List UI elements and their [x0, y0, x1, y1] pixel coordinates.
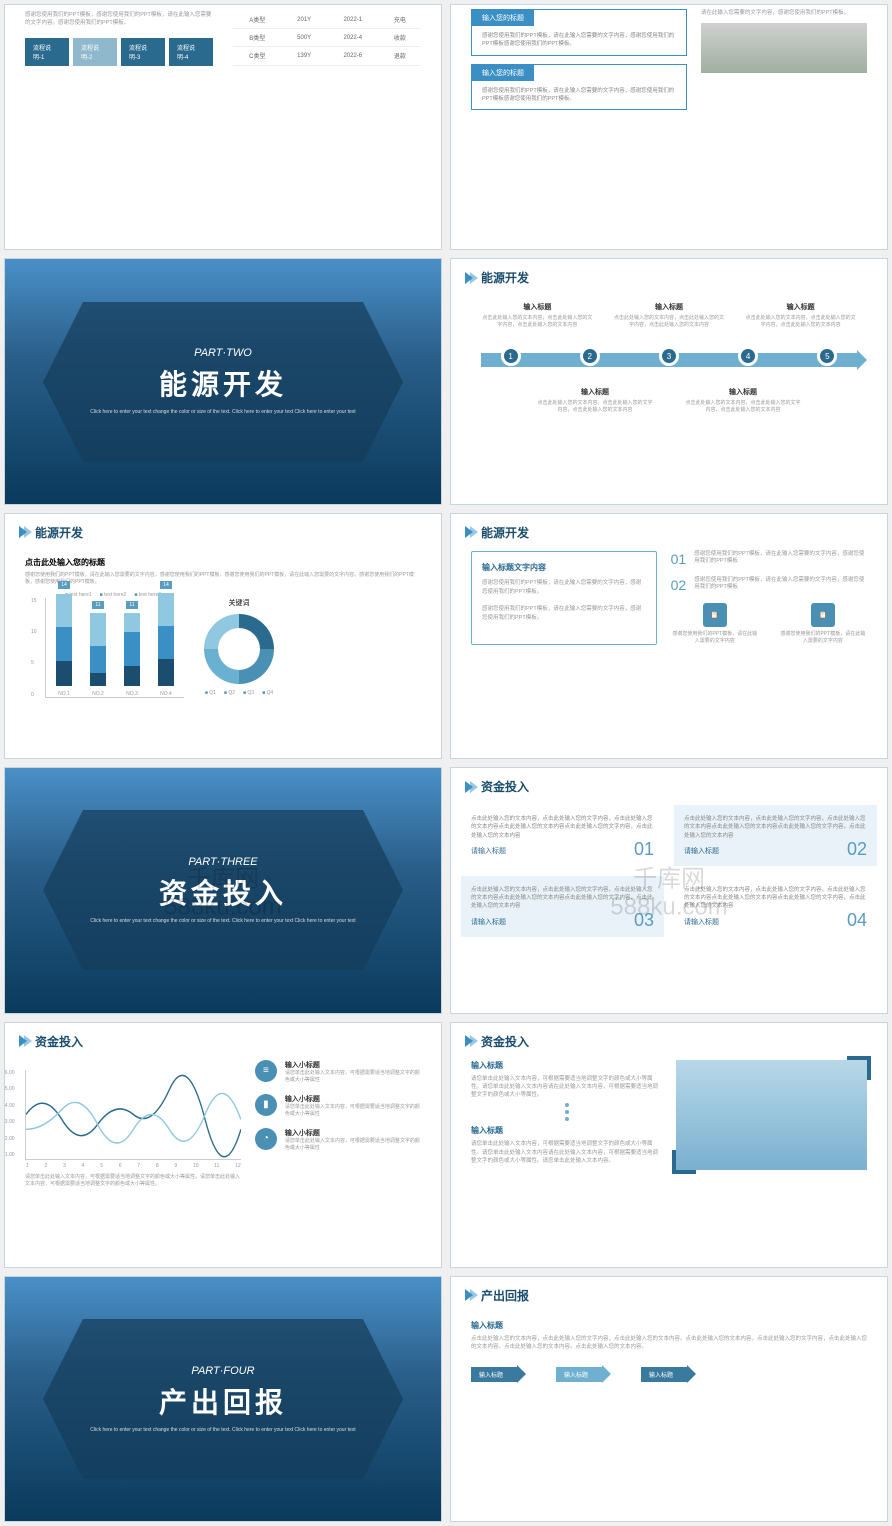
btn-1[interactable]: 流程说明-1	[25, 38, 69, 66]
chart-title: 点击此处输入您的标题	[25, 557, 421, 568]
chevron-icon	[19, 1035, 29, 1047]
bars-icon: ▮	[255, 1094, 277, 1116]
output-title: 输入标题	[471, 1320, 867, 1331]
btn-4[interactable]: 流程说明-4	[169, 38, 213, 66]
btn-3[interactable]: 流程说明-3	[121, 38, 165, 66]
slide-8: 资金投入 点击此处输入您的文本内容，点击此处输入您的文字内容，点击此处输入您的文…	[450, 767, 888, 1013]
windmill-image	[676, 1060, 867, 1170]
slide-4: 能源开发 输入标题点击此处输入您的文本内容，点击此处输入您的文字内容，点击此处输…	[450, 258, 888, 504]
slide-hero-3: PART·THREE 资金投入 Click here to enter your…	[4, 767, 442, 1013]
slide-6: 能源开发 输入标题文字内容 感谢您使用我们的PPT模板，请在此输入您需要的文字内…	[450, 513, 888, 759]
slide-5: 能源开发 点击此处输入您的标题 感谢您使用我们的PPT模板，请在此输入您需要的文…	[4, 513, 442, 759]
btn-2[interactable]: 流程说明-2	[73, 38, 117, 66]
tag-2: 输入标题	[556, 1365, 611, 1383]
donut-chart	[204, 614, 274, 684]
chevron-icon	[465, 781, 475, 793]
info-box-04: 点击此处输入您的文本内容，点击此处输入您的文字内容，点击此处输入您的文本内容点击…	[674, 876, 877, 937]
chart-icon: ≡	[255, 1060, 277, 1082]
slide-2: 输入您的标题 感谢您使用我们的PPT模板，请在此输入您需要的文字内容，感谢您使用…	[450, 4, 888, 250]
info-box-02: 点击此处输入您的文本内容，点击此处输入您的文字内容，点击此处输入您的文本内容点击…	[674, 805, 877, 866]
hero-hexagon: PART·TWO 能源开发 Click here to enter your t…	[83, 302, 363, 462]
line-chart: $6.00$5.00$4.00$3.00$2.00$1.00 123456789…	[25, 1070, 241, 1160]
clipboard-icon: 📋	[703, 603, 727, 627]
tag-3: 输入标题	[641, 1365, 696, 1383]
bar-chart: 14NO.1 11NO.2 11NO.3 14NO.4	[45, 598, 184, 698]
tag-1: 输入标题	[471, 1365, 526, 1383]
clipboard-icon: 📋	[811, 603, 835, 627]
slide-hero-4: PART·FOUR 产出回报 Click here to enter your …	[4, 1276, 442, 1522]
timeline: 1 2 3 4 5	[471, 329, 867, 387]
data-table: A类型201Y2022-1充电 B类型500Y2022-4收款 C类型139Y2…	[233, 11, 421, 66]
donut-title: 关键词	[204, 598, 274, 608]
chevron-icon	[465, 272, 475, 284]
slide-hero-2: PART·TWO 能源开发 Click here to enter your t…	[4, 258, 442, 504]
chevron-icon	[465, 1035, 475, 1047]
chevron-icon	[465, 526, 475, 538]
hero-hexagon: PART·THREE 资金投入 Click here to enter your…	[83, 810, 363, 970]
slide-12: 产出回报 输入标题 点击此处输入您的文本内容，点击此处输入您的文字内容，点击此处…	[450, 1276, 888, 1522]
divider-dots	[471, 1099, 662, 1125]
slide1-desc: 感谢您使用我们的PPT模板，感谢您使用我们的PPT模板，请在此输入您需要的文字内…	[25, 11, 213, 28]
donut-legend: Q1Q2Q3Q4	[204, 690, 274, 696]
pie-icon: ◔	[255, 1128, 277, 1150]
hero-hexagon: PART·FOUR 产出回报 Click here to enter your …	[83, 1319, 363, 1479]
car-image	[701, 23, 867, 73]
slide-1: 感谢您使用我们的PPT模板，感谢您使用我们的PPT模板，请在此输入您需要的文字内…	[4, 4, 442, 250]
slide-10: 资金投入 输入标题 请您单击此处输入文本内容，可根据需要适当地调整文字的颜色或大…	[450, 1022, 888, 1268]
process-buttons: 流程说明-1 流程说明-2 流程说明-3 流程说明-4	[25, 38, 213, 66]
side-panel: 输入标题文字内容 感谢您使用我们的PPT模板，请在此输入您需要的文字内容，感谢您…	[471, 551, 657, 645]
info-box-1: 输入您的标题 感谢您使用我们的PPT模板，请在此输入您需要的文字内容，感谢您使用…	[471, 9, 687, 56]
info-box-01: 点击此处输入您的文本内容，点击此处输入您的文字内容，点击此处输入您的文本内容点击…	[461, 805, 664, 866]
chevron-icon	[19, 526, 29, 538]
info-box-03: 点击此处输入您的文本内容，点击此处输入您的文字内容，点击此处输入您的文本内容点击…	[461, 876, 664, 937]
slide-9: 资金投入 $6.00$5.00$4.00$3.00$2.00$1.00 1234…	[4, 1022, 442, 1268]
info-box-2: 输入您的标题 感谢您使用我们的PPT模板，请在此输入您需要的文字内容，感谢您使用…	[471, 64, 687, 111]
